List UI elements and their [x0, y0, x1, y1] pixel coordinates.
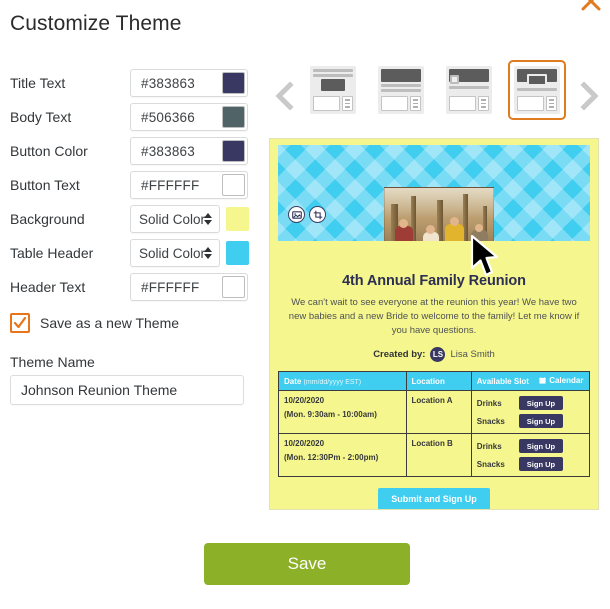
submit-wrap: Submit and Sign Up	[270, 488, 598, 509]
template-thumb-4[interactable]	[508, 60, 566, 120]
body-text-color-field[interactable]: #506366	[130, 103, 248, 131]
carousel-next-button[interactable]	[578, 81, 600, 111]
label-body-text: Body Text	[10, 109, 72, 125]
button-text-color-value: #FFFFFF	[141, 177, 200, 193]
theme-name-input[interactable]: Johnson Reunion Theme	[10, 375, 244, 405]
page-title: Customize Theme	[10, 12, 182, 35]
template-carousel	[270, 60, 600, 132]
calendar-icon	[539, 377, 546, 384]
cell-date: 10/20/2020 (Mon. 12:30Pm - 2:00pm)	[278, 433, 407, 477]
label-title-text: Title Text	[10, 75, 66, 91]
cell-date: 10/20/2020 (Mon. 9:30am - 10:00am)	[278, 390, 407, 435]
col-location: Location	[406, 371, 472, 392]
label-background: Background	[10, 211, 85, 227]
button-text-color-field[interactable]: #FFFFFF	[130, 171, 248, 199]
created-by-name: Lisa Smith	[450, 349, 495, 361]
customize-theme-dialog: Customize Theme Title Text #383863 Body …	[0, 0, 610, 609]
signup-table: Date (mm/dd/yyyy EST) Location Available…	[278, 371, 590, 478]
background-color-swatch[interactable]	[226, 207, 249, 231]
background-type-select[interactable]: Solid Color	[130, 205, 220, 233]
table-header-row: Date (mm/dd/yyyy EST) Location Available…	[278, 371, 590, 392]
created-by-label: Created by:	[373, 349, 426, 361]
crop-icon[interactable]	[309, 206, 326, 223]
preview-photo-wrap[interactable]: Johnson Family	[384, 187, 494, 241]
form-row-table-header: Table Header Solid Color	[10, 236, 260, 270]
sign-up-button[interactable]: Sign Up	[518, 396, 564, 411]
col-date-sub: (mm/dd/yyyy EST)	[303, 378, 362, 386]
theme-name-label: Theme Name	[10, 354, 95, 370]
slot-name: Drinks	[476, 441, 502, 451]
title-text-color-value: #383863	[141, 75, 195, 91]
col-date: Date (mm/dd/yyyy EST)	[278, 371, 407, 392]
label-table-header: Table Header	[10, 245, 94, 261]
form-row-background: Background Solid Color	[10, 202, 260, 236]
save-as-new-theme-checkbox[interactable]	[10, 313, 30, 333]
body-text-color-value: #506366	[141, 109, 195, 125]
button-color-field[interactable]: #383863	[130, 137, 248, 165]
submit-and-sign-up-button[interactable]: Submit and Sign Up	[378, 488, 490, 509]
created-by-row: Created by: LS Lisa Smith	[270, 347, 598, 363]
template-thumb-1[interactable]	[304, 60, 362, 120]
slot-name: Snacks	[476, 459, 505, 469]
body-text-swatch[interactable]	[222, 106, 245, 128]
slot-name: Drinks	[476, 398, 502, 408]
button-color-value: #383863	[141, 143, 195, 159]
form-row-button-text: Button Text #FFFFFF	[10, 168, 260, 202]
sign-up-button[interactable]: Sign Up	[518, 457, 564, 472]
button-color-swatch[interactable]	[222, 140, 245, 162]
chevron-right-icon	[580, 81, 599, 111]
cell-location: Location A	[406, 390, 472, 435]
header-text-swatch[interactable]	[222, 276, 245, 298]
chevron-updown-icon	[204, 247, 212, 259]
col-calendar: Calendar	[549, 376, 584, 386]
title-text-swatch[interactable]	[222, 72, 245, 94]
template-thumb-3[interactable]	[440, 60, 498, 120]
col-available-slot: Available Slot Calendar	[471, 371, 590, 392]
table-header-type-value: Solid Color	[139, 245, 206, 261]
table-row: 10/20/2020 (Mon. 9:30am - 10:00am) Locat…	[278, 390, 590, 435]
form-row-body-text: Body Text #506366	[10, 100, 260, 134]
button-text-swatch[interactable]	[222, 174, 245, 196]
template-thumb-2[interactable]	[372, 60, 430, 120]
cell-slots: Drinks Sign Up Snacks Sign Up	[471, 390, 590, 435]
table-header-color-swatch[interactable]	[226, 241, 249, 265]
slot-name: Snacks	[476, 416, 505, 426]
form-row-title-text: Title Text #383863	[10, 66, 260, 100]
close-icon[interactable]	[578, 0, 604, 20]
preview-description: We can't wait to see everyone at the reu…	[288, 297, 580, 336]
chevron-updown-icon	[204, 213, 212, 225]
label-header-text: Header Text	[10, 279, 86, 295]
cell-location: Location B	[406, 433, 472, 477]
title-text-color-field[interactable]: #383863	[130, 69, 248, 97]
image-icon[interactable]	[288, 206, 305, 223]
template-thumbnails	[304, 60, 566, 120]
preview-title: 4th Annual Family Reunion	[342, 273, 526, 289]
sign-up-button[interactable]: Sign Up	[518, 414, 564, 429]
save-as-new-theme-row[interactable]: Save as a new Theme	[10, 313, 179, 333]
sign-up-button[interactable]: Sign Up	[518, 439, 564, 454]
form-row-button-color: Button Color #383863	[10, 134, 260, 168]
theme-form: Title Text #383863 Body Text #506366 But…	[10, 66, 260, 304]
table-row: 10/20/2020 (Mon. 12:30Pm - 2:00pm) Locat…	[278, 433, 590, 477]
chevron-left-icon	[275, 81, 294, 111]
cell-slots: Drinks Sign Up Snacks Sign Up	[471, 434, 589, 477]
form-row-header-text: Header Text #FFFFFF	[10, 270, 260, 304]
header-text-color-value: #FFFFFF	[141, 279, 200, 295]
checkmark-icon	[13, 316, 27, 329]
avatar: LS	[430, 347, 446, 363]
theme-preview-card: Johnson Family 4th Annual Family Reunion…	[269, 138, 599, 510]
table-header-type-select[interactable]: Solid Color	[130, 239, 220, 267]
banner-edit-icons	[288, 206, 326, 223]
preview-photo[interactable]	[384, 187, 494, 241]
save-button[interactable]: Save	[204, 543, 410, 585]
label-button-text: Button Text	[10, 177, 80, 193]
label-button-color: Button Color	[10, 143, 88, 159]
header-text-color-field[interactable]: #FFFFFF	[130, 273, 248, 301]
carousel-prev-button[interactable]	[274, 81, 296, 111]
background-type-value: Solid Color	[139, 211, 206, 227]
save-as-new-theme-label: Save as a new Theme	[40, 315, 180, 331]
preview-banner[interactable]: Johnson Family	[278, 145, 590, 241]
